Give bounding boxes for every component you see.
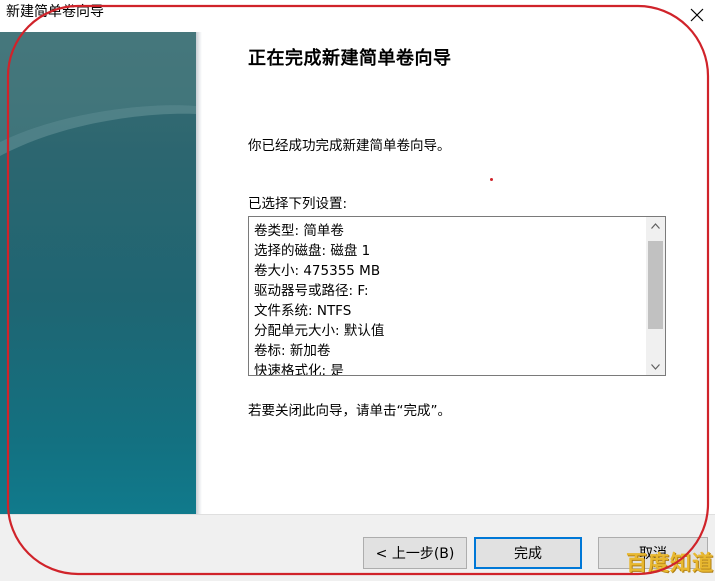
close-instruction: 若要关闭此向导，请单击“完成”。 [248, 403, 451, 419]
close-icon [690, 8, 704, 22]
window-title: 新建简单卷向导 [6, 4, 104, 20]
settings-item: 驱动器号或路径: F: [254, 283, 369, 299]
banner-graphic [0, 32, 196, 156]
page-title: 正在完成新建简单卷向导 [248, 48, 452, 69]
settings-item: 卷大小: 475355 MB [254, 263, 381, 279]
title-bar: 新建简单卷向导 [0, 0, 715, 30]
wizard-side-banner [0, 32, 196, 514]
chevron-up-icon [651, 222, 660, 229]
settings-item: 分配单元大小: 默认值 [254, 323, 385, 339]
close-button[interactable] [679, 0, 715, 30]
wizard-description: 你已经成功完成新建简单卷向导。 [248, 138, 451, 154]
chevron-down-icon [651, 363, 660, 370]
scroll-thumb[interactable] [648, 241, 663, 329]
panel-divider [196, 32, 202, 514]
annotation-dot [490, 178, 493, 181]
settings-list: 卷类型: 简单卷 选择的磁盘: 磁盘 1 卷大小: 475355 MB 驱动器号… [254, 221, 644, 376]
settings-item: 卷类型: 简单卷 [254, 223, 344, 239]
settings-item: 卷标: 新加卷 [254, 343, 331, 359]
finish-button[interactable]: 完成 [474, 537, 582, 569]
settings-item: 快速格式化: 是 [254, 363, 344, 376]
settings-item: 文件系统: NTFS [254, 303, 352, 319]
settings-listbox[interactable]: 卷类型: 简单卷 选择的磁盘: 磁盘 1 卷大小: 475355 MB 驱动器号… [248, 216, 666, 376]
baidu-zhidao-watermark: 百度知道 [626, 551, 714, 575]
back-button[interactable]: < 上一步(B) [363, 537, 467, 569]
settings-label: 已选择下列设置: [248, 196, 348, 212]
vertical-scrollbar[interactable] [646, 217, 665, 375]
settings-item: 选择的磁盘: 磁盘 1 [254, 243, 371, 259]
scroll-up-button[interactable] [646, 217, 665, 234]
scroll-down-button[interactable] [646, 358, 665, 375]
